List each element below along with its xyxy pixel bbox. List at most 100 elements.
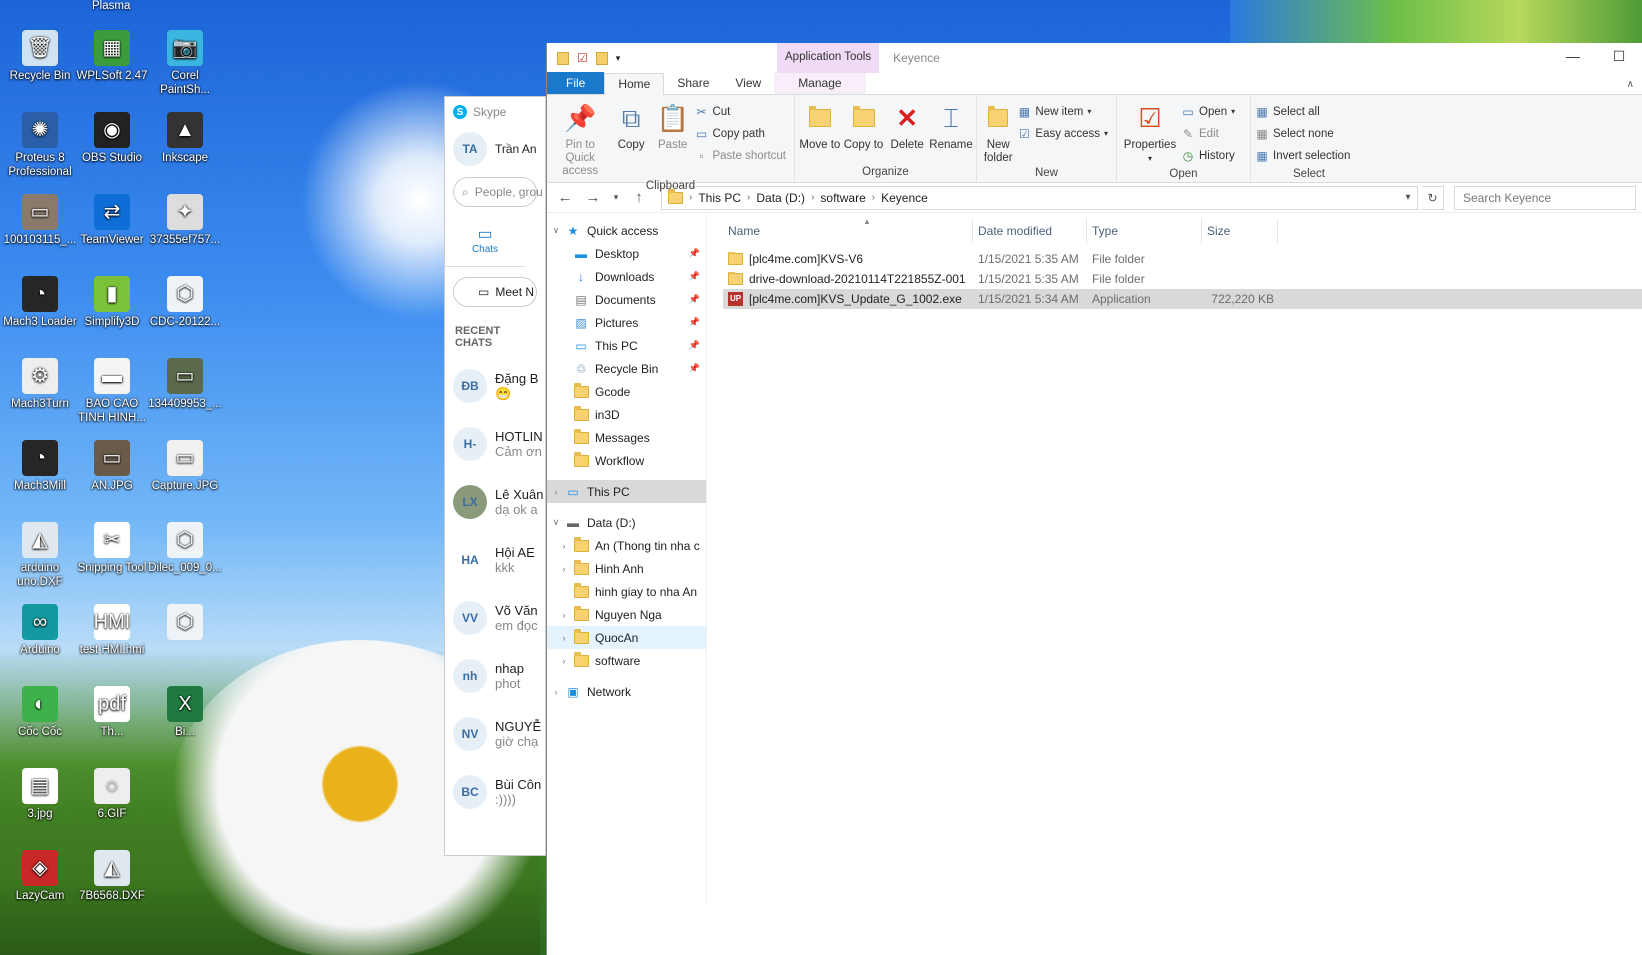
folder-icon[interactable] (557, 51, 569, 65)
list-item[interactable]: NV NGUYỄ giờ chạ (445, 705, 545, 763)
desktop-icon[interactable]: ◭ 7B6568.DXF (75, 850, 149, 903)
desktop-icon[interactable]: X Bi... (148, 686, 222, 739)
breadcrumb-keyence[interactable]: Keyence (881, 191, 928, 205)
nav-folder-item[interactable]: Gcode (547, 380, 706, 403)
nav-pinned-item[interactable]: ▤ Documents 📌 (547, 288, 706, 311)
skype-window[interactable]: S Skype TA Trần An ⌕ People, grou ▭ Chat… (444, 96, 546, 856)
desktop-icon[interactable]: ⬡ CDC-20122... (148, 276, 222, 329)
copy-button[interactable]: ⧉ Copy (611, 99, 651, 178)
list-item[interactable]: LX Lê Xuân dạ ok a (445, 473, 545, 531)
column-size[interactable]: Size (1202, 219, 1278, 243)
desktop-icon[interactable]: ▭ 100103115_... (3, 194, 77, 247)
desktop-icon[interactable]: ▲ Inkscape (148, 112, 222, 165)
list-item[interactable]: H- HOTLIN Cảm ơn (445, 415, 545, 473)
skype-search-input[interactable]: ⌕ People, grou (453, 177, 543, 207)
breadcrumb-software[interactable]: software (820, 191, 865, 205)
list-item[interactable]: HA Hội AE kkk (445, 531, 545, 589)
nav-pinned-item[interactable]: ♲ Recycle Bin 📌 (547, 357, 706, 380)
chevron-right-icon[interactable]: › (555, 610, 573, 620)
customize-qat-icon[interactable]: ▾ (616, 53, 621, 64)
cut-button[interactable]: ✂ Cut (694, 101, 790, 122)
desktop-icon[interactable]: ◭ arduino uno.DXF (3, 522, 77, 589)
desktop-icon[interactable]: ✦ 37355ef757... (148, 194, 222, 247)
new-folder-icon[interactable] (595, 51, 608, 65)
move-to-button[interactable]: Move to (799, 99, 841, 164)
table-row[interactable]: [plc4me.com]KVS-V6 1/15/2021 5:35 AM File … (723, 249, 1642, 269)
nav-drive-folder-item[interactable]: › software (547, 649, 706, 672)
nav-data-drive[interactable]: ∨ ▬ Data (D:) (547, 511, 706, 534)
nav-drive-folder-item[interactable]: › QuocAn (547, 626, 706, 649)
pin-to-quick-access-button[interactable]: 📌 Pin to Quick access (551, 99, 609, 178)
desktop-icon[interactable]: pdf Th... (75, 686, 149, 739)
column-type[interactable]: Type (1087, 219, 1202, 243)
nav-pinned-item[interactable]: ↓ Downloads 📌 (547, 265, 706, 288)
table-row[interactable]: drive-download-20210114T221855Z-001 1/15/… (723, 269, 1642, 289)
desktop-icon[interactable]: ▬ BAO CAO TINH HINH... (75, 358, 149, 425)
desktop-icon[interactable]: ▤ 3.jpg (3, 768, 77, 821)
chevron-down-icon[interactable]: ∨ (547, 225, 565, 236)
address-dropdown-icon[interactable]: ▾ (1399, 192, 1417, 203)
table-row[interactable]: UP [plc4me.com]KVS_Update_G_1002.exe 1/15/… (723, 289, 1642, 309)
open-button[interactable]: ▭ Open ▾ (1181, 101, 1239, 122)
desktop-icon[interactable]: ▭ 134409953_... (148, 358, 222, 411)
chevron-right-icon[interactable]: › (555, 633, 573, 643)
list-item[interactable]: nh nhap phot (445, 647, 545, 705)
nav-quick-access[interactable]: ∨ ★ Quick access (547, 219, 706, 242)
tab-share[interactable]: Share (664, 73, 722, 94)
breadcrumb-separator-icon[interactable]: › (811, 192, 814, 203)
desktop-icon[interactable]: ✂ Snipping Tool (75, 522, 149, 575)
properties-button[interactable]: ☑ Properties ▾ (1121, 99, 1179, 166)
chevron-right-icon[interactable]: › (547, 487, 565, 497)
paste-shortcut-button[interactable]: ▫ Paste shortcut (694, 145, 790, 166)
tab-manage[interactable]: Manage (774, 73, 866, 94)
nav-drive-folder-item[interactable]: › Hinh Anh (547, 557, 706, 580)
desktop-icon[interactable]: ▭ Capture.JPG (148, 440, 222, 493)
desktop-icon[interactable]: ◐ Cốc Cốc (3, 686, 77, 739)
desktop-icon[interactable]: ◌ 6.GIF (75, 768, 149, 821)
properties-check-icon[interactable]: ☑ (577, 51, 588, 65)
skype-profile[interactable]: TA Trần An (445, 127, 545, 171)
ribbon-collapse-icon[interactable]: ∧ (1619, 79, 1642, 94)
copy-to-button[interactable]: Copy to (843, 99, 885, 164)
nav-this-pc[interactable]: › ▭ This PC (547, 480, 706, 503)
nav-drive-folder-item[interactable]: › Nguyen Nga (547, 603, 706, 626)
avatar[interactable]: TA (453, 132, 487, 166)
desktop-icon[interactable]: ⚙ Mach3Turn (3, 358, 77, 411)
new-item-button[interactable]: ▦ New item ▾ (1017, 101, 1112, 122)
desktop-icon[interactable]: ⬡ (148, 604, 222, 643)
list-item[interactable]: BC Bùi Côn:)))) (445, 763, 545, 821)
edit-button[interactable]: ✎ Edit (1181, 123, 1239, 144)
desktop-icon[interactable]: 🗑 Recycle Bin (3, 30, 77, 83)
nav-folder-item[interactable]: in3D (547, 403, 706, 426)
column-date-modified[interactable]: Date modified (973, 219, 1087, 243)
rename-button[interactable]: ⌶ Rename (929, 99, 972, 164)
easy-access-button[interactable]: ☑ Easy access ▾ (1017, 123, 1112, 144)
desktop-icon[interactable]: ✺ Proteus 8 Professional (3, 112, 77, 179)
desktop-icon[interactable]: ⇄ TeamViewer (75, 194, 149, 247)
tab-home[interactable]: Home (604, 73, 665, 95)
column-name[interactable]: Name (723, 219, 973, 243)
minimize-icon[interactable]: — (1550, 43, 1596, 73)
select-all-button[interactable]: ▦ Select all (1255, 101, 1354, 122)
nav-pinned-item[interactable]: ▨ Pictures 📌 (547, 311, 706, 334)
tab-chats[interactable]: ▭ Chats (445, 213, 525, 267)
desktop-icon[interactable] (148, 768, 222, 807)
list-item[interactable]: ĐB Đặng B 😁 (445, 357, 545, 415)
chevron-right-icon[interactable]: › (547, 687, 565, 697)
nav-pinned-item[interactable]: ▭ This PC 📌 (547, 334, 706, 357)
desktop-icon[interactable]: 📷 Corel PaintSh... (148, 30, 222, 97)
history-button[interactable]: ◷ History (1181, 145, 1239, 166)
tab-file[interactable]: File (547, 72, 605, 94)
nav-folder-item[interactable]: Messages (547, 426, 706, 449)
breadcrumb-separator-icon[interactable]: › (872, 192, 875, 203)
desktop-icon[interactable]: ◉ OBS Studio (75, 112, 149, 165)
chevron-right-icon[interactable]: › (555, 656, 573, 666)
desktop-icon[interactable]: ◈ LazyCam (3, 850, 77, 903)
desktop-icon[interactable]: ◔ Mach3 Loader (3, 276, 77, 329)
new-folder-button[interactable]: New folder (981, 99, 1015, 165)
desktop-icon[interactable]: ⬡ Dilec_009_0... (148, 522, 222, 575)
desktop-icon[interactable]: ∞ Arduino (3, 604, 77, 657)
nav-network[interactable]: › ▣ Network (547, 680, 706, 703)
desktop-icon[interactable]: ▮ Simplify3D (75, 276, 149, 329)
select-none-button[interactable]: ▦ Select none (1255, 123, 1354, 144)
